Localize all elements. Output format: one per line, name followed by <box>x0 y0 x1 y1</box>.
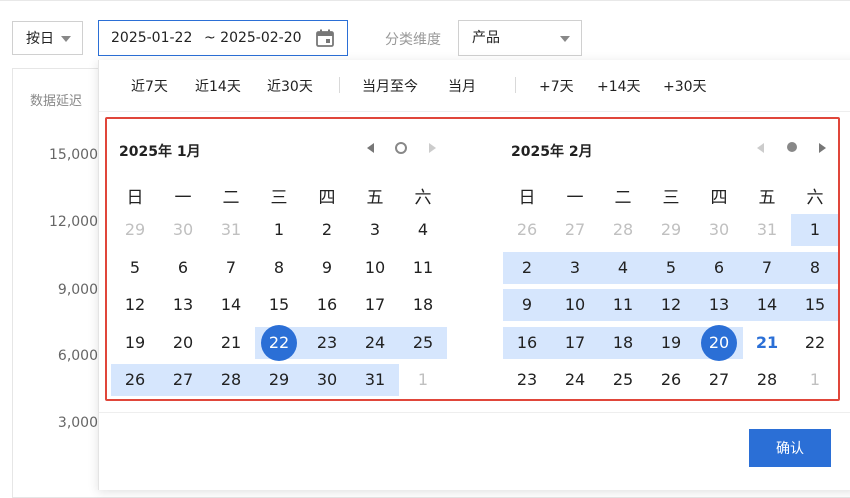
confirm-button[interactable]: 确认 <box>749 429 831 467</box>
y-tick-label: 6,000 <box>57 348 98 364</box>
y-tick-label: 12,000 <box>49 214 98 230</box>
granularity-value: 按日 <box>26 31 54 47</box>
y-tick-label: 15,000 <box>49 147 98 163</box>
popup-footer-divider <box>99 412 850 413</box>
dimension-select[interactable]: 产品 <box>458 20 582 56</box>
chart-card-title: 数据延迟 <box>30 94 83 109</box>
quick-range-this-month[interactable]: 当月 <box>448 76 476 96</box>
quick-range-bar: 近7天 近14天 近30天 当月至今 当月 +7天 +14天 +30天 <box>99 60 850 110</box>
granularity-select[interactable]: 按日 <box>12 21 83 55</box>
popup-divider <box>99 111 850 112</box>
chevron-down-icon <box>560 36 570 42</box>
calendar-highlight-frame <box>105 117 840 401</box>
dimension-label: 分类维度 <box>385 32 441 48</box>
y-tick-label: 3,000 <box>57 415 98 431</box>
quick-range-month-to-date[interactable]: 当月至今 <box>362 76 418 96</box>
quick-range-divider <box>515 77 516 93</box>
top-divider <box>0 0 850 1</box>
quick-range-last-30-days[interactable]: 近30天 <box>267 76 313 96</box>
quick-range-divider <box>339 77 340 93</box>
calendar-icon[interactable] <box>316 29 334 47</box>
quick-range-plus-30-days[interactable]: +30天 <box>663 76 707 96</box>
quick-range-last-14-days[interactable]: 近14天 <box>195 76 241 96</box>
dimension-value: 产品 <box>472 30 500 46</box>
date-range-input[interactable]: 2025-01-22 ~ 2025-02-20 <box>98 20 348 56</box>
quick-range-last-7-days[interactable]: 近7天 <box>131 76 168 96</box>
date-end-value: ~ 2025-02-20 <box>204 30 302 46</box>
chevron-down-icon <box>61 36 71 42</box>
quick-range-plus-7-days[interactable]: +7天 <box>539 76 574 96</box>
y-tick-label: 9,000 <box>57 282 98 298</box>
date-start-value: 2025-01-22 <box>111 30 193 46</box>
date-range-picker: 近7天 近14天 近30天 当月至今 当月 +7天 +14天 +30天 2025… <box>98 60 850 490</box>
quick-range-plus-14-days[interactable]: +14天 <box>597 76 641 96</box>
